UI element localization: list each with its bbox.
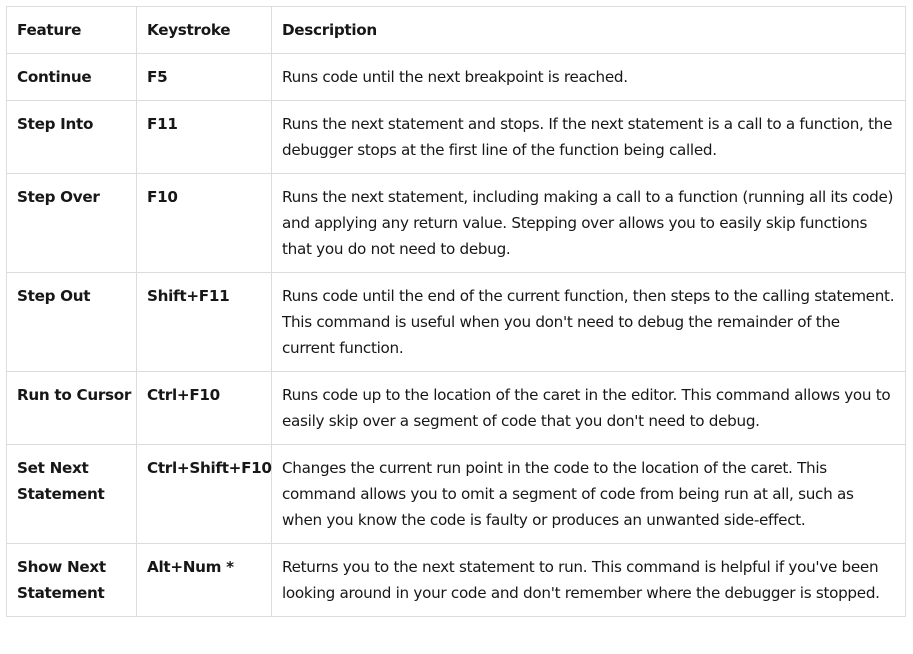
header-row: Feature Keystroke Description (6, 6, 906, 54)
description-cell: Runs the next statement and stops. If th… (271, 100, 906, 174)
keystroke-cell: Ctrl+F10 (136, 371, 272, 445)
description-cell: Runs code until the next breakpoint is r… (271, 53, 906, 101)
description-cell: Changes the current run point in the cod… (271, 444, 906, 544)
description-cell: Runs code until the end of the current f… (271, 272, 906, 372)
feature-cell: Continue (6, 53, 137, 101)
table-row: Continue F5 Runs code until the next bre… (6, 53, 906, 101)
table-header: Feature Keystroke Description (6, 6, 906, 54)
table-row: Show Next Statement Alt+Num * Returns yo… (6, 543, 906, 617)
keystroke-cell: Ctrl+Shift+F10 (136, 444, 272, 544)
header-feature: Feature (6, 6, 137, 54)
table-row: Set Next Statement Ctrl+Shift+F10 Change… (6, 444, 906, 544)
feature-cell: Run to Cursor (6, 371, 137, 445)
description-cell: Runs code up to the location of the care… (271, 371, 906, 445)
header-description: Description (271, 6, 906, 54)
keystroke-cell: Alt+Num * (136, 543, 272, 617)
table-row: Step Into F11 Runs the next statement an… (6, 100, 906, 174)
keystroke-cell: Shift+F11 (136, 272, 272, 372)
feature-cell: Step Into (6, 100, 137, 174)
keystroke-cell: F10 (136, 173, 272, 273)
description-cell: Runs the next statement, including makin… (271, 173, 906, 273)
description-cell: Returns you to the next statement to run… (271, 543, 906, 617)
feature-cell: Show Next Statement (6, 543, 137, 617)
feature-cell: Set Next Statement (6, 444, 137, 544)
debugger-shortcuts-table: Feature Keystroke Description Continue F… (6, 6, 906, 617)
table-row: Step Out Shift+F11 Runs code until the e… (6, 272, 906, 372)
keystroke-cell: F5 (136, 53, 272, 101)
keystroke-cell: F11 (136, 100, 272, 174)
table-row: Run to Cursor Ctrl+F10 Runs code up to t… (6, 371, 906, 445)
debugger-shortcuts-table-container: Feature Keystroke Description Continue F… (6, 6, 906, 617)
feature-cell: Step Over (6, 173, 137, 273)
table-row: Step Over F10 Runs the next statement, i… (6, 173, 906, 273)
feature-cell: Step Out (6, 272, 137, 372)
table-body: Continue F5 Runs code until the next bre… (6, 53, 906, 617)
header-keystroke: Keystroke (136, 6, 272, 54)
